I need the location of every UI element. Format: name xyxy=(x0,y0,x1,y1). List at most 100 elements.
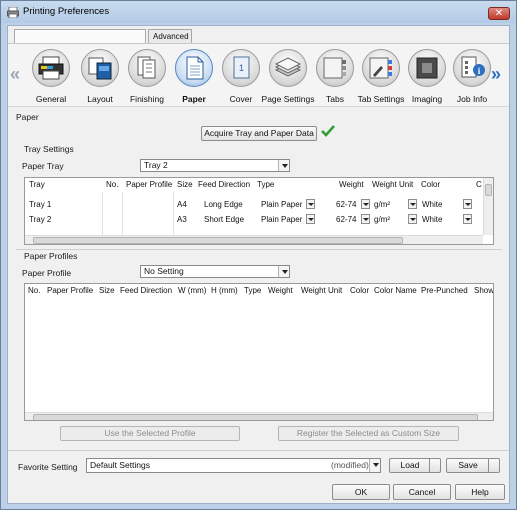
scroll-thumb[interactable] xyxy=(33,414,478,420)
chevron-down-icon[interactable] xyxy=(488,459,499,472)
scroll-thumb[interactable] xyxy=(33,237,403,244)
favorite-setting-value: Default Settings xyxy=(90,460,151,470)
color-dropdown[interactable] xyxy=(463,199,472,209)
column-header[interactable]: No. xyxy=(106,178,118,191)
ok-button[interactable]: OK xyxy=(332,484,390,500)
tool-label: Job Info xyxy=(456,94,488,104)
column-header[interactable]: Paper Profile xyxy=(47,284,93,297)
column-header[interactable]: Show xyxy=(474,284,493,297)
column-header[interactable]: Size xyxy=(177,178,193,191)
column-header[interactable]: W (mm) xyxy=(178,284,206,297)
tray-table-horizontal-scrollbar[interactable] xyxy=(25,235,483,244)
favorite-setting-label: Favorite Setting xyxy=(18,462,78,472)
register-custom-size-button[interactable]: Register the Selected as Custom Size xyxy=(278,426,459,441)
color-cell: White xyxy=(422,200,443,209)
weight-cell: 62-74 xyxy=(336,200,357,209)
scroll-right-chevron-icon[interactable]: » xyxy=(491,64,501,85)
column-header[interactable]: Color xyxy=(421,178,440,191)
tray-cell: Tray 1 xyxy=(29,200,52,209)
column-header[interactable]: Color Name xyxy=(374,284,417,297)
paper-tray-value: Tray 2 xyxy=(144,160,168,170)
weight-dropdown[interactable] xyxy=(361,199,370,209)
load-button[interactable]: Load xyxy=(389,458,441,473)
layout-icon xyxy=(88,57,112,80)
printer-icon xyxy=(38,56,64,80)
column-header[interactable]: Type xyxy=(244,284,261,297)
use-selected-profile-button[interactable]: Use the Selected Profile xyxy=(60,426,240,441)
weight-cell: 62-74 xyxy=(336,215,357,224)
column-header[interactable]: H (mm) xyxy=(211,284,238,297)
scroll-left-chevron-icon[interactable]: « xyxy=(10,64,20,85)
type-cell: Plain Paper xyxy=(261,200,303,209)
tab-basic[interactable] xyxy=(14,29,146,43)
color-dropdown[interactable] xyxy=(463,214,472,224)
feed-cell: Short Edge xyxy=(204,215,245,224)
chevron-down-icon xyxy=(278,266,289,277)
column-header[interactable]: Paper Profile xyxy=(126,178,172,191)
paper-profile-value: No Setting xyxy=(144,266,184,276)
help-button[interactable]: Help xyxy=(455,484,505,500)
favorite-setting-select[interactable]: Default Settings (modified) xyxy=(86,458,381,473)
paper-profiles-table: No. Paper Profile Size Feed Direction W … xyxy=(24,283,494,421)
column-divider xyxy=(122,192,123,236)
column-header[interactable]: Pre-Punched xyxy=(421,284,468,297)
close-window-button[interactable]: ✕ xyxy=(488,7,510,20)
cancel-button[interactable]: Cancel xyxy=(393,484,451,500)
chevron-down-icon[interactable] xyxy=(429,459,440,472)
tab-settings-icon xyxy=(369,57,392,79)
profiles-table-horizontal-scrollbar[interactable] xyxy=(25,412,493,420)
tray-settings-table: Tray No. Paper Profile Size Feed Directi… xyxy=(24,177,494,245)
column-header[interactable]: Size xyxy=(99,284,115,297)
feed-cell: Long Edge xyxy=(204,200,243,209)
section-divider xyxy=(16,249,502,250)
tab-advanced[interactable]: Advanced xyxy=(148,29,192,43)
imaging-icon xyxy=(416,57,438,79)
weight-dropdown[interactable] xyxy=(361,214,370,224)
column-header[interactable]: Weight xyxy=(268,284,293,297)
column-header[interactable]: Feed Direction xyxy=(120,284,172,297)
unit-dropdown[interactable] xyxy=(408,199,417,209)
unit-cell: g/m² xyxy=(374,200,390,209)
cover-icon: 1 xyxy=(233,56,250,79)
tool-general[interactable]: General xyxy=(28,49,74,105)
printer-app-icon xyxy=(7,7,19,18)
tabs-icon xyxy=(323,57,346,79)
window-title: Printing Preferences xyxy=(23,6,110,17)
printing-preferences-window: Printing Preferences ✕ Advanced « Genera… xyxy=(0,0,517,510)
favorite-modified-text: (modified) xyxy=(331,460,369,470)
type-dropdown[interactable] xyxy=(306,214,315,224)
job-info-icon: i xyxy=(461,56,485,78)
svg-text:1: 1 xyxy=(239,63,244,73)
dialog-client-area: Advanced « General Layout Finishing Pape… xyxy=(7,25,510,504)
column-header[interactable]: Color xyxy=(350,284,369,297)
page-settings-icon xyxy=(274,57,302,77)
paper-tray-select[interactable]: Tray 2 xyxy=(140,159,290,172)
unit-dropdown[interactable] xyxy=(408,214,417,224)
paper-icon xyxy=(186,56,204,80)
column-divider xyxy=(173,192,174,236)
column-header[interactable]: C xyxy=(476,178,482,191)
category-toolbar: « General Layout Finishing Paper 1 Cover… xyxy=(8,43,509,107)
unit-cell: g/m² xyxy=(374,215,390,224)
tray-settings-title: Tray Settings xyxy=(24,144,74,154)
acquire-tray-paper-button[interactable]: Acquire Tray and Paper Data xyxy=(201,126,317,141)
tool-job-info[interactable]: i Job Info xyxy=(449,49,495,105)
title-bar[interactable]: Printing Preferences ✕ xyxy=(1,1,516,23)
column-header[interactable]: Weight Unit xyxy=(372,178,413,191)
load-button-label: Load xyxy=(400,460,420,470)
tray-table-vertical-scrollbar[interactable] xyxy=(483,178,493,235)
scroll-thumb[interactable] xyxy=(485,184,492,196)
paper-profile-label: Paper Profile xyxy=(22,268,72,278)
column-header[interactable]: Weight xyxy=(339,178,364,191)
column-header[interactable]: Weight Unit xyxy=(301,284,342,297)
color-cell: White xyxy=(422,215,443,224)
paper-profile-select[interactable]: No Setting xyxy=(140,265,290,278)
column-header[interactable]: No. xyxy=(28,284,40,297)
column-header[interactable]: Type xyxy=(257,178,274,191)
paper-section-title: Paper xyxy=(16,112,39,122)
type-cell: Plain Paper xyxy=(261,215,303,224)
type-dropdown[interactable] xyxy=(306,199,315,209)
save-button[interactable]: Save xyxy=(446,458,500,473)
column-header[interactable]: Tray xyxy=(29,178,45,191)
column-header[interactable]: Feed Direction xyxy=(198,178,250,191)
